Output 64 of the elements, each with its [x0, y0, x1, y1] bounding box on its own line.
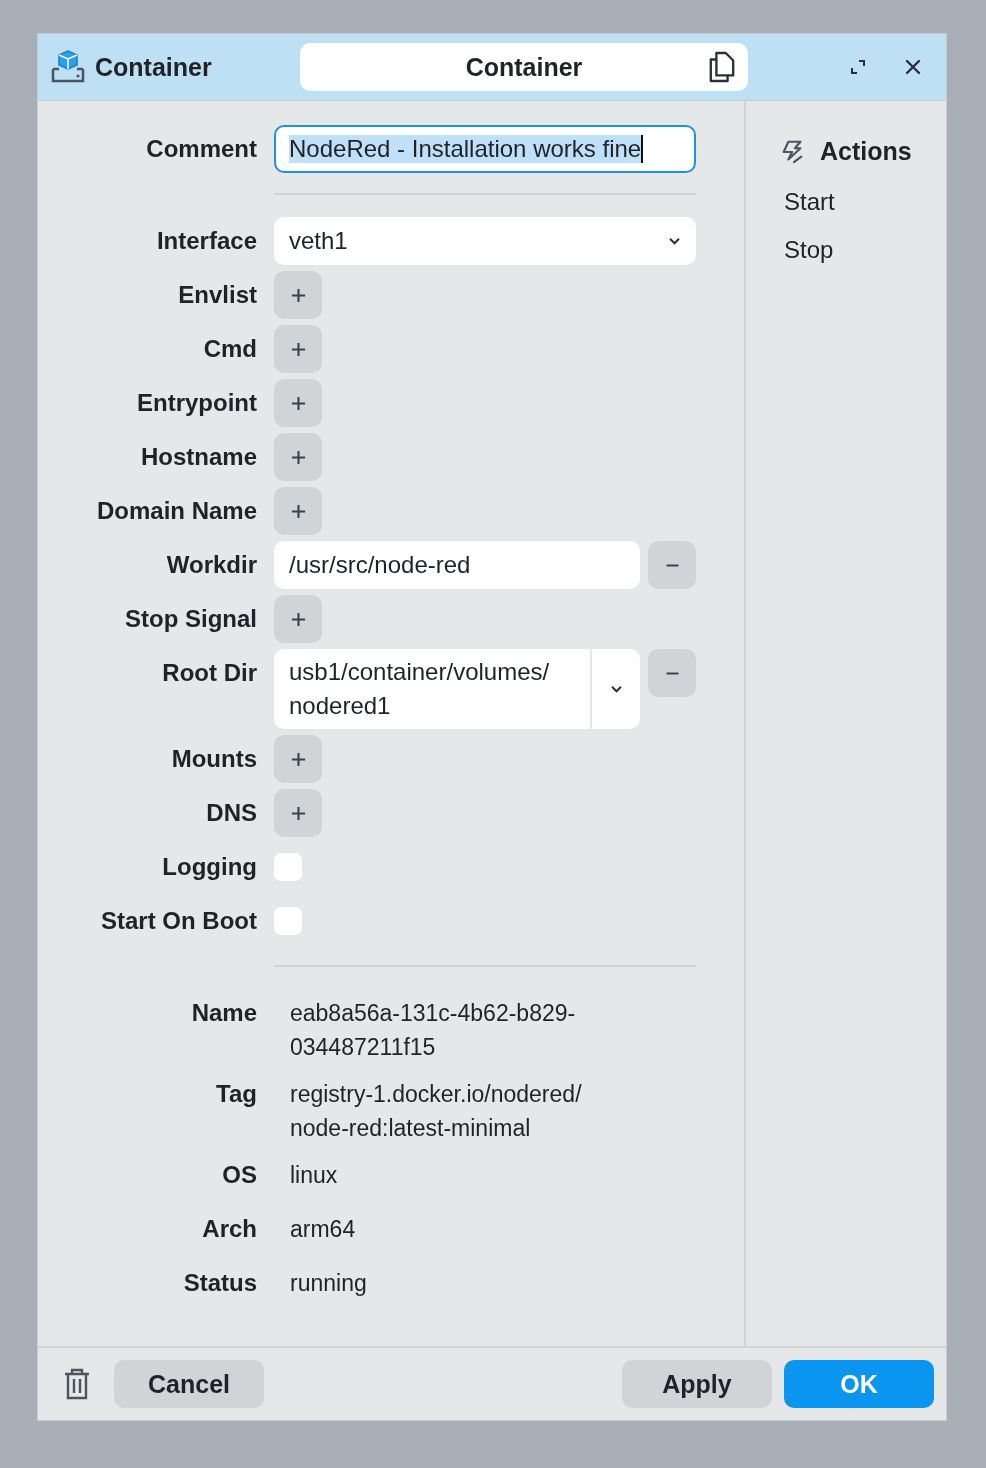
field-label: Stop Signal [124, 604, 257, 634]
field-label: Hostname [139, 442, 257, 472]
add-button[interactable] [274, 487, 322, 535]
field-value: NodeRed - Installation works fine [289, 135, 642, 163]
field-label: Tag [215, 1079, 257, 1109]
field-label: Envlist [177, 280, 257, 310]
trash-icon[interactable] [64, 1368, 90, 1400]
field-label: Status [182, 1268, 257, 1298]
path-dropdown-field[interactable]: usb1/container/volumes/nodered1 [274, 649, 640, 729]
field-label: Interface [155, 226, 257, 256]
cancel-button[interactable]: Cancel [114, 1360, 264, 1408]
add-button[interactable] [274, 735, 322, 783]
plus-icon [290, 611, 306, 627]
expand-icon[interactable] [850, 59, 866, 75]
field-label: Entrypoint [136, 388, 257, 418]
add-button[interactable] [274, 595, 322, 643]
close-icon[interactable] [904, 58, 922, 76]
add-button[interactable] [274, 789, 322, 837]
checkbox[interactable] [274, 853, 302, 881]
minus-icon [664, 563, 680, 567]
info-value: running [289, 1269, 368, 1298]
add-button[interactable] [274, 433, 322, 481]
plus-icon [290, 341, 306, 357]
text-field[interactable]: /usr/src/node-red [274, 541, 640, 589]
plus-icon [290, 805, 306, 821]
dropdown-field[interactable]: veth1 [274, 217, 696, 265]
plus-icon [290, 751, 306, 767]
chevron-icon [609, 684, 623, 694]
container-box-icon [50, 49, 86, 85]
actions-heading: Actions [820, 137, 912, 166]
add-button[interactable] [274, 379, 322, 427]
copy-icon[interactable] [708, 51, 736, 83]
field-label: Name [190, 998, 257, 1028]
field-label: Cmd [202, 334, 257, 364]
add-button[interactable] [274, 271, 322, 319]
plus-icon [290, 395, 306, 411]
field-label: Workdir [165, 550, 257, 580]
plus-icon [290, 449, 306, 465]
chevron-icon [668, 236, 681, 246]
field-label: Domain Name [95, 496, 257, 526]
action-link[interactable]: Start [780, 178, 835, 226]
field-label: Start On Boot [100, 906, 257, 936]
field-label: OS [221, 1160, 257, 1190]
window-title: Container [95, 52, 212, 82]
field-label: Root Dir [161, 658, 257, 688]
field-label: DNS [205, 798, 257, 828]
action-link[interactable]: Stop [780, 226, 834, 274]
field-value: usb1/container/volumes/nodered1 [288, 657, 551, 721]
apply-button[interactable]: Apply [622, 1360, 772, 1408]
minus-icon [664, 671, 680, 675]
plus-icon [290, 287, 306, 303]
info-value: registry-1.docker.io/nodered/node-red:latest-minimal [289, 1080, 583, 1143]
field-label: Mounts [170, 744, 257, 774]
dialog-heading: Container [465, 52, 583, 82]
comment-field[interactable]: NodeRed - Installation works fine [274, 125, 696, 173]
field-label: Logging [161, 852, 257, 882]
add-button[interactable] [274, 325, 322, 373]
info-value: linux [289, 1161, 339, 1190]
info-value: eab8a56a-131c-4b62-b829-034487211f15 [289, 999, 577, 1062]
info-value: arm64 [289, 1215, 357, 1244]
checkbox[interactable] [274, 907, 302, 935]
field-label: Arch [201, 1214, 257, 1244]
field-label: Comment [145, 134, 257, 164]
plus-icon [290, 503, 306, 519]
